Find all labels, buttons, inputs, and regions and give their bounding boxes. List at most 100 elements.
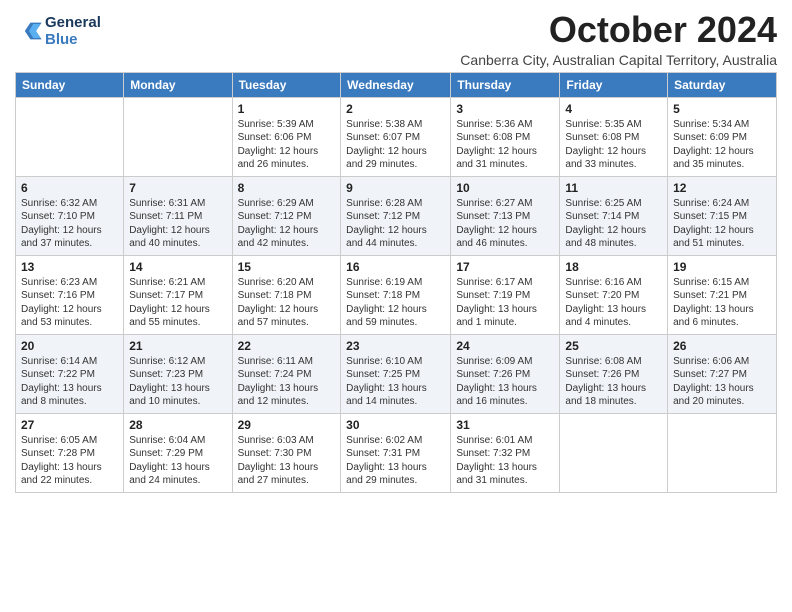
day-number: 5: [673, 102, 771, 116]
day-number: 7: [129, 181, 226, 195]
day-number: 27: [21, 418, 118, 432]
logo: General Blue: [15, 14, 101, 48]
day-info: Sunrise: 6:27 AM Sunset: 7:13 PM Dayligh…: [456, 197, 554, 251]
day-number: 25: [565, 339, 662, 353]
day-number: 29: [238, 418, 336, 432]
day-info: Sunrise: 6:11 AM Sunset: 7:24 PM Dayligh…: [238, 355, 336, 409]
day-info: Sunrise: 6:19 AM Sunset: 7:18 PM Dayligh…: [346, 276, 445, 330]
day-info: Sunrise: 6:09 AM Sunset: 7:26 PM Dayligh…: [456, 355, 554, 409]
day-number: 19: [673, 260, 771, 274]
day-number: 24: [456, 339, 554, 353]
day-number: 2: [346, 102, 445, 116]
header: General Blue October 2024 Canberra City,…: [15, 10, 777, 68]
day-number: 8: [238, 181, 336, 195]
calendar-cell: 8 Sunrise: 6:29 AM Sunset: 7:12 PM Daylig…: [232, 176, 341, 255]
day-number: 15: [238, 260, 336, 274]
day-info: Sunrise: 6:03 AM Sunset: 7:30 PM Dayligh…: [238, 434, 336, 488]
day-info: Sunrise: 5:39 AM Sunset: 6:06 PM Dayligh…: [238, 118, 336, 172]
day-info: Sunrise: 6:16 AM Sunset: 7:20 PM Dayligh…: [565, 276, 662, 330]
day-number: 12: [673, 181, 771, 195]
day-number: 23: [346, 339, 445, 353]
col-sunday: Sunday: [16, 72, 124, 97]
day-info: Sunrise: 5:34 AM Sunset: 6:09 PM Dayligh…: [673, 118, 771, 172]
day-info: Sunrise: 6:17 AM Sunset: 7:19 PM Dayligh…: [456, 276, 554, 330]
day-info: Sunrise: 6:10 AM Sunset: 7:25 PM Dayligh…: [346, 355, 445, 409]
calendar-cell: 15Sunrise: 6:20 AM Sunset: 7:18 PM Dayli…: [232, 255, 341, 334]
day-info: Sunrise: 6:32 AM Sunset: 7:10 PM Dayligh…: [21, 197, 118, 251]
calendar-cell: [668, 413, 777, 492]
calendar-cell: 27Sunrise: 6:05 AM Sunset: 7:28 PM Dayli…: [16, 413, 124, 492]
calendar-cell: 13Sunrise: 6:23 AM Sunset: 7:16 PM Dayli…: [16, 255, 124, 334]
calendar-cell: 21 Sunrise: 6:12 AM Sunset: 7:23 PM Dayli…: [124, 334, 232, 413]
calendar-cell: 17 Sunrise: 6:17 AM Sunset: 7:19 PM Dayli…: [451, 255, 560, 334]
calendar-week-2: 6 Sunrise: 6:32 AM Sunset: 7:10 PM Daylig…: [16, 176, 777, 255]
calendar-cell: 28 Sunrise: 6:04 AM Sunset: 7:29 PM Dayli…: [124, 413, 232, 492]
day-info: Sunrise: 6:24 AM Sunset: 7:15 PM Dayligh…: [673, 197, 771, 251]
day-number: 26: [673, 339, 771, 353]
calendar-cell: 20Sunrise: 6:14 AM Sunset: 7:22 PM Dayli…: [16, 334, 124, 413]
day-number: 13: [21, 260, 118, 274]
calendar-week-5: 27Sunrise: 6:05 AM Sunset: 7:28 PM Dayli…: [16, 413, 777, 492]
calendar-week-3: 13Sunrise: 6:23 AM Sunset: 7:16 PM Dayli…: [16, 255, 777, 334]
day-number: 11: [565, 181, 662, 195]
day-info: Sunrise: 6:21 AM Sunset: 7:17 PM Dayligh…: [129, 276, 226, 330]
day-info: Sunrise: 6:29 AM Sunset: 7:12 PM Dayligh…: [238, 197, 336, 251]
day-number: 16: [346, 260, 445, 274]
subtitle: Canberra City, Australian Capital Territ…: [101, 52, 777, 68]
day-info: Sunrise: 6:08 AM Sunset: 7:26 PM Dayligh…: [565, 355, 662, 409]
calendar-cell: 9 Sunrise: 6:28 AM Sunset: 7:12 PM Daylig…: [341, 176, 451, 255]
day-info: Sunrise: 6:12 AM Sunset: 7:23 PM Dayligh…: [129, 355, 226, 409]
day-info: Sunrise: 6:15 AM Sunset: 7:21 PM Dayligh…: [673, 276, 771, 330]
title-section: October 2024 Canberra City, Australian C…: [101, 10, 777, 68]
calendar-cell: 26 Sunrise: 6:06 AM Sunset: 7:27 PM Dayli…: [668, 334, 777, 413]
day-info: Sunrise: 6:06 AM Sunset: 7:27 PM Dayligh…: [673, 355, 771, 409]
calendar-cell: 3Sunrise: 5:36 AM Sunset: 6:08 PM Daylig…: [451, 97, 560, 176]
calendar-cell: 6 Sunrise: 6:32 AM Sunset: 7:10 PM Daylig…: [16, 176, 124, 255]
calendar-cell: 5 Sunrise: 5:34 AM Sunset: 6:09 PM Daylig…: [668, 97, 777, 176]
calendar-week-1: 1 Sunrise: 5:39 AM Sunset: 6:06 PM Daylig…: [16, 97, 777, 176]
day-info: Sunrise: 6:04 AM Sunset: 7:29 PM Dayligh…: [129, 434, 226, 488]
calendar-cell: 2Sunrise: 5:38 AM Sunset: 6:07 PM Daylig…: [341, 97, 451, 176]
logo-text: General Blue: [45, 14, 101, 48]
day-number: 3: [456, 102, 554, 116]
calendar: Sunday Monday Tuesday Wednesday Thursday…: [15, 72, 777, 493]
calendar-cell: 18 Sunrise: 6:16 AM Sunset: 7:20 PM Dayli…: [560, 255, 668, 334]
col-wednesday: Wednesday: [341, 72, 451, 97]
day-number: 18: [565, 260, 662, 274]
day-info: Sunrise: 6:28 AM Sunset: 7:12 PM Dayligh…: [346, 197, 445, 251]
day-info: Sunrise: 5:35 AM Sunset: 6:08 PM Dayligh…: [565, 118, 662, 172]
calendar-cell: 12 Sunrise: 6:24 AM Sunset: 7:15 PM Dayli…: [668, 176, 777, 255]
day-number: 9: [346, 181, 445, 195]
calendar-cell: 4 Sunrise: 5:35 AM Sunset: 6:08 PM Daylig…: [560, 97, 668, 176]
col-tuesday: Tuesday: [232, 72, 341, 97]
day-number: 22: [238, 339, 336, 353]
day-number: 30: [346, 418, 445, 432]
day-number: 10: [456, 181, 554, 195]
calendar-cell: 25 Sunrise: 6:08 AM Sunset: 7:26 PM Dayli…: [560, 334, 668, 413]
day-info: Sunrise: 6:02 AM Sunset: 7:31 PM Dayligh…: [346, 434, 445, 488]
calendar-cell: 11Sunrise: 6:25 AM Sunset: 7:14 PM Dayli…: [560, 176, 668, 255]
calendar-cell: 30 Sunrise: 6:02 AM Sunset: 7:31 PM Dayli…: [341, 413, 451, 492]
day-number: 28: [129, 418, 226, 432]
calendar-cell: [16, 97, 124, 176]
calendar-cell: 7Sunrise: 6:31 AM Sunset: 7:11 PM Daylig…: [124, 176, 232, 255]
day-number: 14: [129, 260, 226, 274]
day-number: 21: [129, 339, 226, 353]
logo-icon: [15, 17, 43, 45]
calendar-cell: 29 Sunrise: 6:03 AM Sunset: 7:30 PM Dayli…: [232, 413, 341, 492]
day-number: 17: [456, 260, 554, 274]
day-number: 1: [238, 102, 336, 116]
day-number: 6: [21, 181, 118, 195]
calendar-cell: 22 Sunrise: 6:11 AM Sunset: 7:24 PM Dayli…: [232, 334, 341, 413]
calendar-cell: 31Sunrise: 6:01 AM Sunset: 7:32 PM Dayli…: [451, 413, 560, 492]
col-monday: Monday: [124, 72, 232, 97]
calendar-cell: 19 Sunrise: 6:15 AM Sunset: 7:21 PM Dayli…: [668, 255, 777, 334]
calendar-week-4: 20Sunrise: 6:14 AM Sunset: 7:22 PM Dayli…: [16, 334, 777, 413]
day-number: 4: [565, 102, 662, 116]
day-number: 31: [456, 418, 554, 432]
calendar-cell: 24 Sunrise: 6:09 AM Sunset: 7:26 PM Dayli…: [451, 334, 560, 413]
calendar-cell: 1 Sunrise: 5:39 AM Sunset: 6:06 PM Daylig…: [232, 97, 341, 176]
col-saturday: Saturday: [668, 72, 777, 97]
calendar-cell: 14 Sunrise: 6:21 AM Sunset: 7:17 PM Dayli…: [124, 255, 232, 334]
calendar-cell: 16 Sunrise: 6:19 AM Sunset: 7:18 PM Dayli…: [341, 255, 451, 334]
